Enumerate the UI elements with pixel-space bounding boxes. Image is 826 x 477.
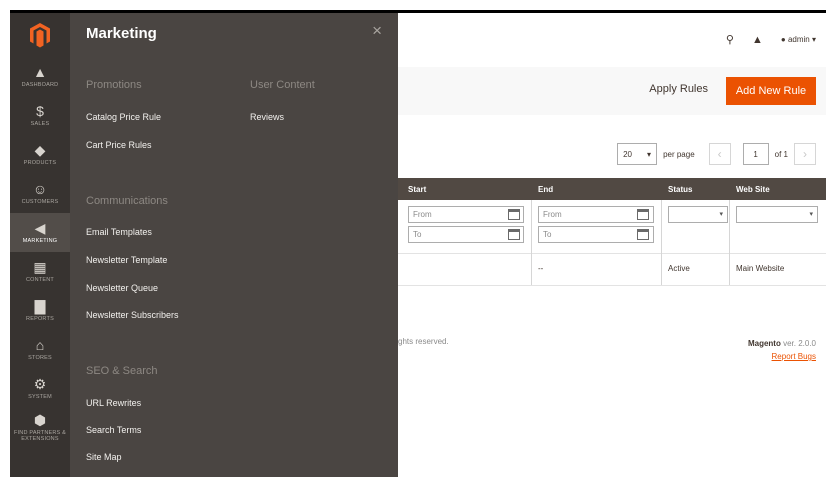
copyright-text: ghts reserved.	[398, 337, 449, 346]
row-divider	[398, 253, 826, 254]
menu-link-email-templates[interactable]: Email Templates	[86, 227, 152, 237]
menu-link-newsletter-subscribers[interactable]: Newsletter Subscribers	[86, 310, 179, 320]
rail-item-extensions[interactable]: ⬢ FIND PARTNERS & EXTENSIONS	[10, 408, 70, 447]
cube-icon: ◆	[34, 142, 46, 158]
column-divider	[531, 200, 532, 286]
rail-item-label: CONTENT	[26, 277, 54, 283]
rail-item-marketing[interactable]: ◀ MARKETING	[10, 213, 70, 252]
calendar-icon[interactable]	[637, 229, 649, 240]
column-divider	[729, 200, 730, 286]
website-filter-select[interactable]: ▾	[736, 206, 818, 223]
magento-logo-icon	[30, 23, 50, 48]
rail-item-content[interactable]: ▦ CONTENT	[10, 252, 70, 291]
calendar-icon[interactable]	[508, 229, 520, 240]
rail-item-label: STORES	[28, 355, 52, 361]
section-title-seo-search: SEO & Search	[86, 365, 158, 377]
close-icon[interactable]: ×	[372, 21, 382, 41]
rail-item-stores[interactable]: ⌂ STORES	[10, 330, 70, 369]
row-website-cell: Main Website	[736, 264, 785, 273]
extensions-icon: ⬢	[33, 412, 47, 428]
rail-item-system[interactable]: ⚙ SYSTEM	[10, 369, 70, 408]
rail-item-customers[interactable]: ☺ CUSTOMERS	[10, 174, 70, 213]
rail-item-label: MARKETING	[22, 238, 58, 244]
pager: 20 ▾ per page ‹ 1 of 1 ›	[617, 143, 816, 165]
per-page-label: per page	[663, 149, 695, 159]
dollar-icon: $	[36, 103, 44, 119]
rail-item-label: DASHBOARD	[21, 82, 59, 88]
calendar-icon[interactable]	[508, 209, 520, 220]
rail-item-label: PRODUCTS	[23, 160, 57, 166]
chevron-down-icon: ▾	[809, 211, 813, 218]
menu-link-site-map[interactable]: Site Map	[86, 452, 122, 462]
report-bugs-link[interactable]: Report Bugs	[772, 352, 816, 361]
admin-window: ▲ DASHBOARD $ SALES ◆ PRODUCTS ☺ CUSTOME…	[10, 10, 826, 477]
footer-version: Magento ver. 2.0.0 Report Bugs	[748, 337, 816, 363]
store-icon: ⌂	[35, 337, 45, 353]
menu-link-newsletter-template[interactable]: Newsletter Template	[86, 255, 167, 265]
per-page-value: 20	[623, 149, 632, 159]
start-to-filter[interactable]: To	[408, 226, 524, 243]
menu-link-cart-price-rules[interactable]: Cart Price Rules	[86, 140, 152, 150]
account-username: admin	[787, 35, 810, 44]
column-header-start[interactable]: Start	[408, 185, 426, 194]
grid-header-row: Start End Status Web Site	[398, 178, 826, 200]
rail-item-label: CUSTOMERS	[21, 199, 59, 205]
menu-link-url-rewrites[interactable]: URL Rewrites	[86, 398, 141, 408]
status-filter-select[interactable]: ▾	[668, 206, 728, 223]
menu-link-newsletter-queue[interactable]: Newsletter Queue	[86, 283, 158, 293]
gear-icon: ⚙	[33, 376, 47, 392]
menu-link-search-terms[interactable]: Search Terms	[86, 425, 141, 435]
add-new-rule-button[interactable]: Add New Rule	[726, 77, 816, 105]
rail-item-label: SYSTEM	[28, 394, 52, 400]
search-icon[interactable]: ⚲	[726, 33, 734, 46]
rail-item-reports[interactable]: ▇ REPORTS	[10, 291, 70, 330]
page-count: of 1	[774, 149, 788, 159]
footer-brand: Magento	[747, 339, 781, 348]
column-divider	[661, 200, 662, 286]
main-content: ⚲ ▲ ● admin ▾ Apply Rules Add New Rule 2…	[398, 13, 826, 477]
rail-item-label: FIND PARTNERS & EXTENSIONS	[14, 430, 66, 442]
per-page-select[interactable]: 20 ▾	[617, 143, 658, 165]
chevron-down-icon: ▾	[647, 149, 652, 159]
rail-item-products[interactable]: ◆ PRODUCTS	[10, 135, 70, 174]
page-actions-bar: Apply Rules Add New Rule	[398, 67, 826, 115]
start-from-filter[interactable]: From	[408, 206, 524, 223]
section-title-promotions: Promotions	[86, 79, 142, 91]
person-icon: ☺	[32, 181, 48, 197]
column-header-website[interactable]: Web Site	[736, 185, 770, 194]
column-header-status[interactable]: Status	[668, 185, 692, 194]
marketing-flyout-menu: Marketing × Promotions Catalog Price Rul…	[70, 13, 398, 477]
bar-chart-icon: ▇	[34, 298, 46, 314]
prev-page-button[interactable]: ‹	[708, 143, 731, 165]
rail-item-label: REPORTS	[26, 316, 54, 322]
row-status-cell: Active	[668, 264, 690, 273]
admin-sidebar: ▲ DASHBOARD $ SALES ◆ PRODUCTS ☺ CUSTOME…	[10, 13, 70, 477]
section-title-communications: Communications	[86, 195, 168, 207]
header-actions: ⚲ ▲ ● admin ▾	[726, 33, 816, 47]
row-end-cell: --	[538, 264, 544, 273]
flyout-title: Marketing	[86, 25, 157, 42]
chevron-down-icon: ▾	[719, 211, 723, 218]
apply-rules-button[interactable]: Apply Rules	[649, 83, 708, 95]
row-divider	[398, 285, 826, 286]
calendar-icon[interactable]	[637, 209, 649, 220]
account-menu[interactable]: ● admin ▾	[781, 35, 816, 44]
user-icon: ●	[780, 35, 786, 44]
megaphone-icon: ◀	[34, 220, 46, 236]
dashboard-icon: ▲	[33, 64, 47, 80]
rail-item-sales[interactable]: $ SALES	[10, 96, 70, 135]
rail-item-dashboard[interactable]: ▲ DASHBOARD	[10, 57, 70, 96]
page-input[interactable]: 1	[742, 143, 769, 165]
content-icon: ▦	[33, 259, 47, 275]
rail-item-label: SALES	[30, 121, 50, 127]
version-text: ver. 2.0.0	[783, 339, 816, 348]
menu-link-catalog-price-rule[interactable]: Catalog Price Rule	[86, 112, 161, 122]
menu-link-reviews[interactable]: Reviews	[250, 112, 284, 122]
next-page-button[interactable]: ›	[794, 143, 816, 165]
chevron-down-icon: ▾	[811, 35, 816, 44]
bell-icon[interactable]: ▲	[752, 34, 763, 46]
column-header-end[interactable]: End	[538, 185, 553, 194]
magento-logo[interactable]	[10, 13, 70, 57]
section-title-user-content: User Content	[250, 79, 315, 91]
